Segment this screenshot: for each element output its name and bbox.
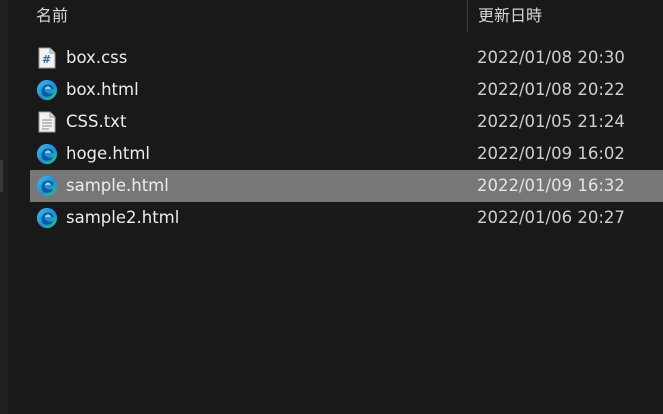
column-header-name[interactable]: 名前 (36, 2, 68, 26)
column-header-modified[interactable]: 更新日時 (478, 2, 542, 26)
edge-html-icon (36, 143, 58, 165)
file-row[interactable]: sample2.html 2022/01/06 20:27 (30, 202, 663, 234)
file-name: sample2.html (66, 208, 180, 227)
edge-html-icon (36, 175, 58, 197)
svg-text:#: # (42, 53, 51, 66)
file-modified-date: 2022/01/08 20:22 (477, 80, 625, 99)
file-name: box.html (66, 80, 139, 99)
css-file-icon: # (36, 47, 58, 69)
file-modified-date: 2022/01/09 16:02 (477, 144, 625, 163)
edge-html-icon (36, 79, 58, 101)
text-file-icon (36, 111, 58, 133)
file-name: hoge.html (66, 144, 151, 163)
file-explorer-pane: 名前 更新日時 # box.css 2022/01/08 20:30 box.h… (0, 0, 663, 414)
navigation-pane-scroll-marker[interactable] (0, 160, 3, 192)
file-row[interactable]: box.html 2022/01/08 20:22 (30, 74, 663, 106)
file-row[interactable]: # box.css 2022/01/08 20:30 (30, 42, 663, 74)
file-modified-date: 2022/01/09 16:32 (477, 176, 625, 195)
column-divider[interactable] (467, 0, 468, 32)
file-row-selected[interactable]: sample.html 2022/01/09 16:32 (30, 170, 663, 202)
navigation-pane-edge[interactable] (0, 0, 8, 414)
file-row[interactable]: CSS.txt 2022/01/05 21:24 (30, 106, 663, 138)
file-modified-date: 2022/01/06 20:27 (477, 208, 625, 227)
file-name: box.css (66, 48, 128, 67)
file-modified-date: 2022/01/08 20:30 (477, 48, 625, 67)
file-name: CSS.txt (66, 112, 127, 131)
file-name: sample.html (66, 176, 169, 195)
file-row[interactable]: hoge.html 2022/01/09 16:02 (30, 138, 663, 170)
file-list: # box.css 2022/01/08 20:30 box.html 2022… (30, 42, 663, 234)
file-modified-date: 2022/01/05 21:24 (477, 112, 625, 131)
edge-html-icon (36, 207, 58, 229)
column-header-bar: 名前 更新日時 (28, 0, 663, 32)
